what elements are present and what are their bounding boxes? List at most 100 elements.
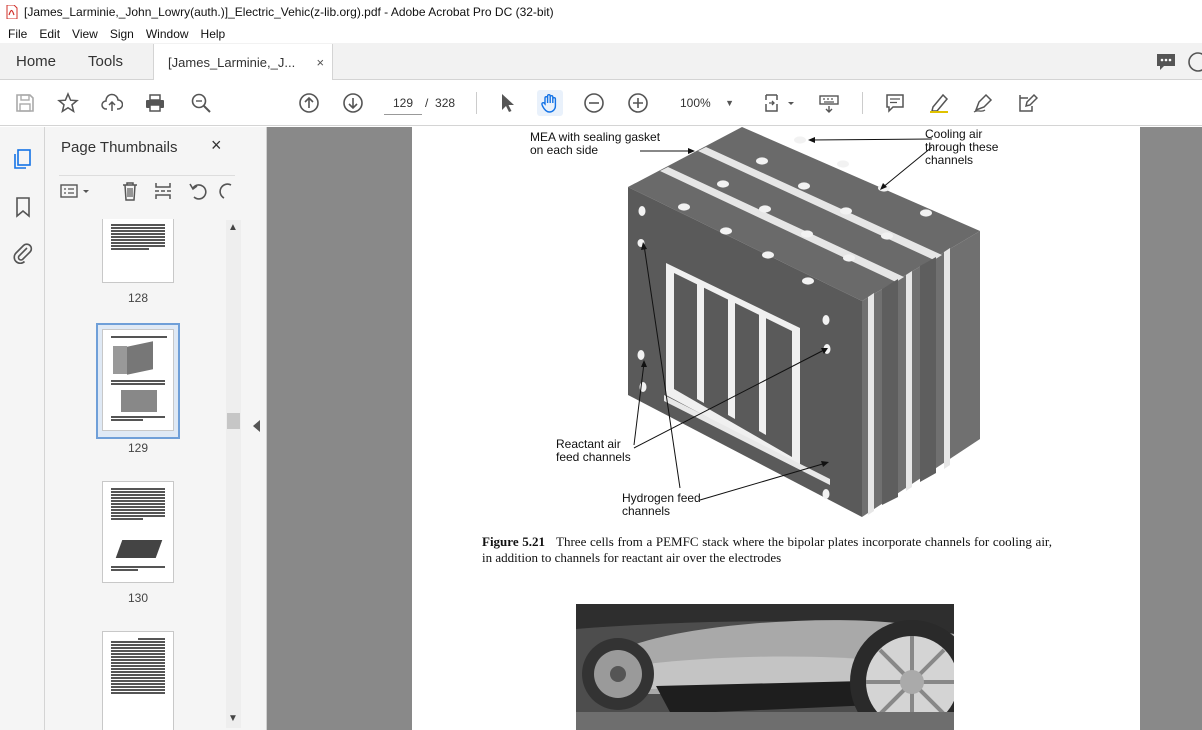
scroll-up-icon[interactable]: ▲ [228,222,238,233]
menu-sign[interactable]: Sign [110,27,134,41]
page-thumbnails-icon[interactable] [11,147,35,171]
page-display-button[interactable] [762,90,798,116]
highlighter-pen-icon [930,93,949,113]
toolbar-divider [476,92,477,114]
keyboard-scroll-icon [819,95,839,113]
left-navigation-rail [0,127,45,730]
page-thumbnails-panel: Page Thumbnails × 128 129 130 ▲ ▼ [45,127,245,730]
comment-icon [886,94,904,113]
thumbnail-options-icon[interactable] [59,180,93,202]
comment-bubble-icon[interactable] [1154,50,1178,74]
window-title: [James_Larminie,_John_Lowry(auth.)]_Elec… [24,5,554,19]
draw-button[interactable] [970,90,996,116]
menu-help[interactable]: Help [201,27,226,41]
tab-home[interactable]: Home [0,43,72,79]
label-mea-line2: on each side [530,143,599,157]
label-reactant-line2: feed channels [556,450,631,464]
main-toolbar: 129 / 328 100% ▼ [0,80,1202,126]
vehicle-photo-drawing [576,604,954,730]
save-disk-icon [16,94,34,112]
document-view[interactable]: MEA with sealing gasket on each side Coo… [267,127,1202,730]
page-count-label: / 328 [425,91,455,115]
close-tab-icon[interactable]: × [316,55,324,70]
thumbnail-page-129[interactable] [102,329,174,431]
label-mea: MEA with sealing gasket on each side [530,131,660,157]
thumbnail-label: 129 [127,441,149,455]
figure-caption-text: Three cells from a PEMFC stack where the… [482,534,1052,565]
help-icon[interactable] [1186,50,1202,74]
edit-document-icon [1019,93,1038,112]
zoom-level-select[interactable]: 100% ▼ [672,91,742,115]
edit-pdf-button[interactable] [1014,90,1040,116]
previous-page-button[interactable] [296,90,322,116]
rotate-counterclockwise-icon[interactable] [187,180,209,202]
page-number-input[interactable]: 129 [384,91,422,115]
thumbnail-toolbar [59,175,235,205]
close-panel-icon[interactable]: × [211,135,222,156]
scroll-mode-button[interactable] [816,90,842,116]
total-pages: 328 [435,96,456,110]
figure-caption: Figure 5.21 Three cells from a PEMFC sta… [482,534,1052,566]
chevron-down-icon: ▼ [725,98,734,108]
label-reactant-air: Reactant air feed channels [556,438,631,464]
zoom-in-button[interactable] [625,90,651,116]
menu-edit[interactable]: Edit [39,27,60,41]
delete-page-icon[interactable] [119,180,141,202]
figure-number: Figure 5.21 [482,534,546,549]
find-button[interactable] [188,90,214,116]
print-button[interactable] [142,90,168,116]
document-tab-label: [James_Larminie,_J... [168,54,296,70]
label-hydrogen-line2: channels [622,504,671,518]
hand-pan-icon [541,94,557,113]
star-icon [57,92,79,114]
document-right-gutter [1140,127,1202,730]
zoom-out-button[interactable] [581,90,607,116]
select-tool-button[interactable] [494,90,520,116]
menu-view[interactable]: View [72,27,98,41]
thumbnail-page-131[interactable] [102,631,174,730]
printer-icon [146,94,164,112]
hand-tool-button[interactable] [537,90,563,116]
cursor-arrow-icon [502,94,514,112]
scrollbar-thumb[interactable] [227,413,240,429]
label-cooling-air: Cooling air through these channels [925,128,998,167]
toolbar-divider [862,92,863,114]
tab-document[interactable]: [James_Larminie,_J... × [153,44,334,80]
vehicle-photo [576,604,954,730]
thumbnail-list: 128 129 130 [59,219,227,730]
thumbnail-page-128[interactable] [102,219,174,283]
add-comment-button[interactable] [882,90,908,116]
arrow-up-circle-icon [299,93,319,113]
pemfc-stack-figure [628,127,980,517]
highlight-button[interactable] [926,90,952,116]
bookmark-star-button[interactable] [55,90,81,116]
save-button[interactable] [12,90,38,116]
label-cooling-line3: channels [925,153,974,167]
pdf-page: MEA with sealing gasket on each side Coo… [412,127,1140,730]
panel-title: Page Thumbnails [61,139,178,156]
zoom-level-value: 100% [680,96,711,110]
scroll-down-icon[interactable]: ▼ [228,713,238,724]
attachment-paperclip-icon[interactable] [11,241,35,265]
next-page-button[interactable] [340,90,366,116]
fit-page-icon [765,94,794,112]
insert-page-icon[interactable] [153,180,175,202]
label-hydrogen-feed: Hydrogen feed channels [622,492,701,518]
thumbnail-scrollbar[interactable]: ▲ ▼ [226,220,241,728]
rotate-clockwise-icon[interactable] [219,180,233,202]
thumbnail-page-130[interactable] [102,481,174,583]
tabrow-right-icons [1154,43,1202,80]
acrobat-pdf-icon [6,5,18,19]
upload-button[interactable] [99,90,125,116]
panel-splitter[interactable] [245,127,267,730]
menu-bar: File Edit View Sign Window Help [0,24,1202,43]
bookmark-icon[interactable] [11,195,35,219]
menu-window[interactable]: Window [146,27,189,41]
cloud-upload-icon [101,93,123,111]
thumbnail-label: 128 [127,291,149,305]
menu-file[interactable]: File [8,27,27,41]
tab-tools[interactable]: Tools [72,43,139,79]
collapse-panel-icon[interactable] [253,420,260,432]
arrow-down-circle-icon [343,93,363,113]
title-bar: [James_Larminie,_John_Lowry(auth.)]_Elec… [0,0,1202,24]
